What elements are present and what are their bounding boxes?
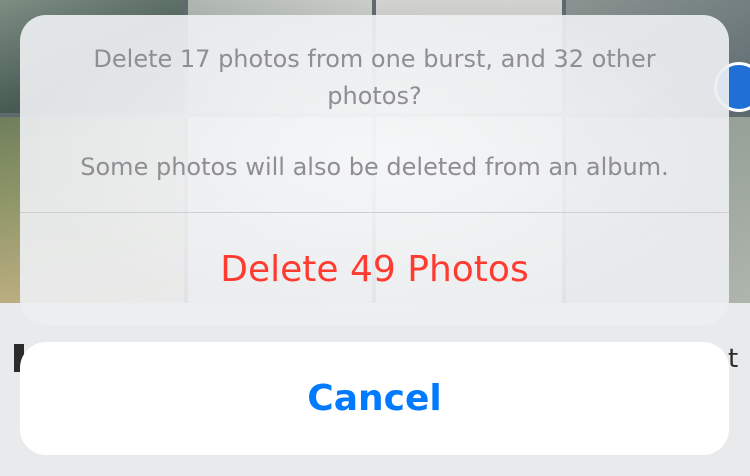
delete-photos-button[interactable]: Delete 49 Photos — [20, 213, 729, 325]
action-sheet: Delete 17 photos from one burst, and 32 … — [20, 15, 729, 325]
toolbar-edge-glyph: t — [728, 344, 739, 374]
action-sheet-header: Delete 17 photos from one burst, and 32 … — [20, 15, 729, 212]
cancel-button[interactable]: Cancel — [20, 342, 729, 455]
action-sheet-title: Delete 17 photos from one burst, and 32 … — [93, 45, 656, 110]
action-sheet-message: Some photos will also be deleted from an… — [80, 153, 669, 181]
